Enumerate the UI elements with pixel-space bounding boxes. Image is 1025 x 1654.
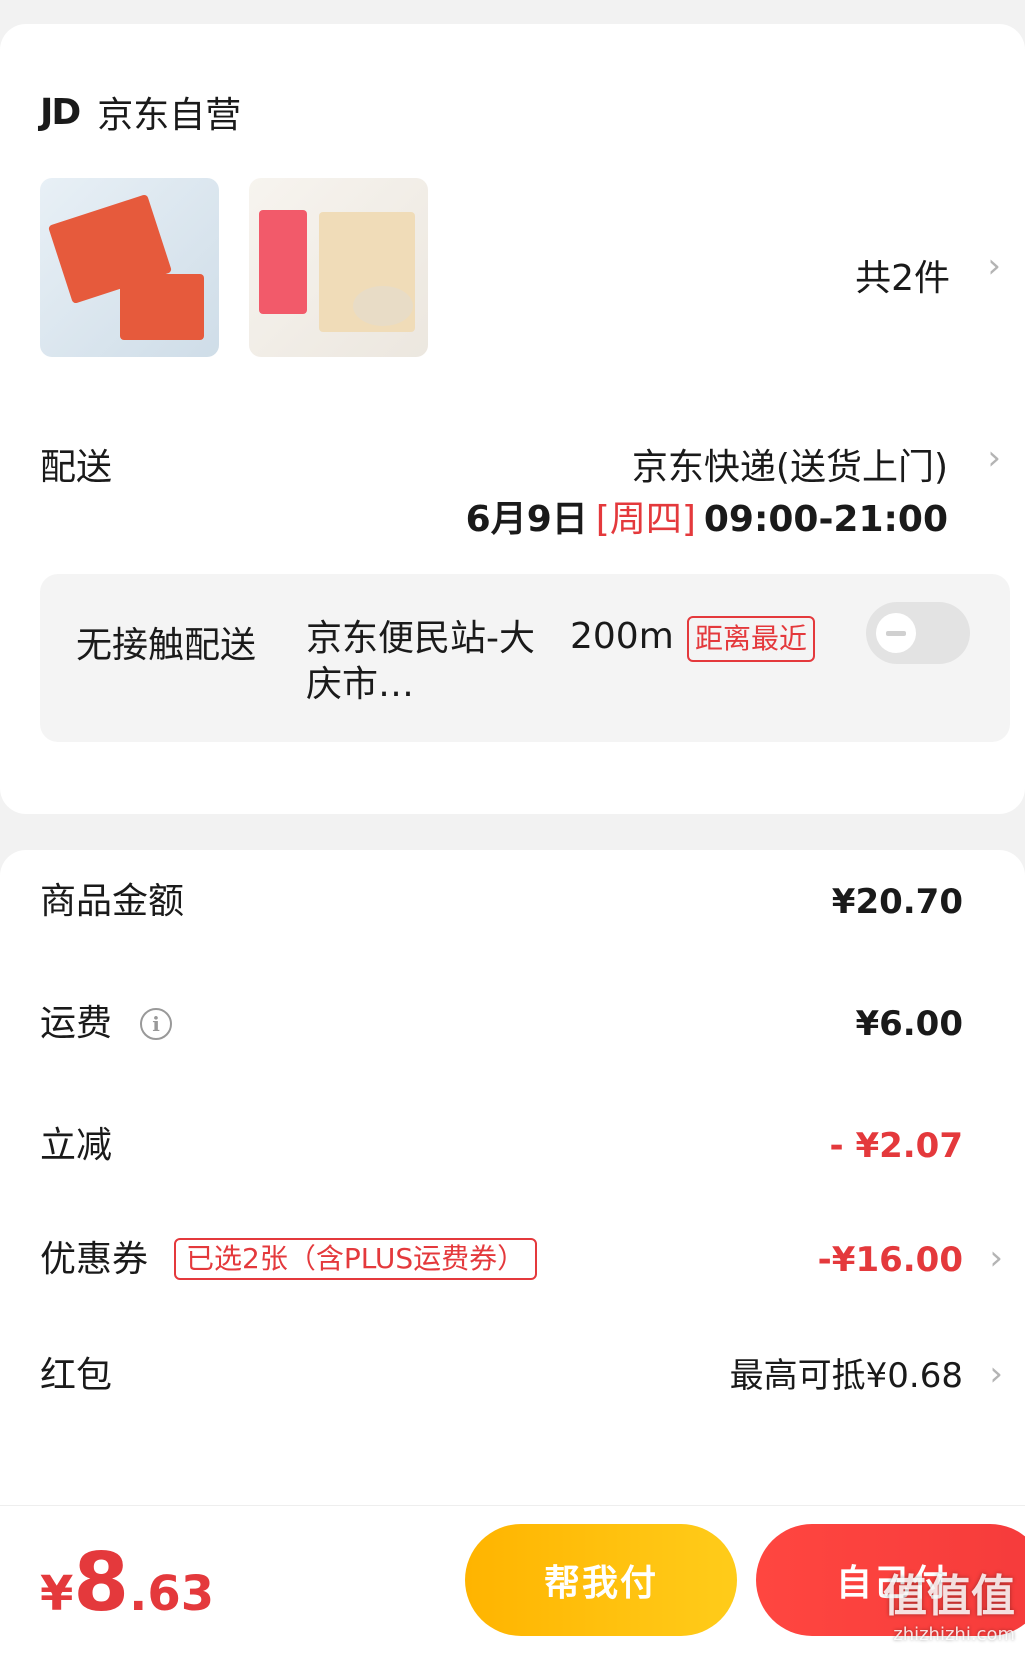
freight-label: 运费 <box>40 1003 113 1044</box>
coupon-row[interactable]: 优惠券 已选2张（含PLUS运费券） -¥16.00 › <box>0 1230 1025 1290</box>
toggle-knob <box>876 613 916 653</box>
discount-value: - ¥2.07 <box>829 1126 964 1166</box>
info-icon[interactable]: i <box>140 1008 172 1040</box>
total-currency: ¥ <box>40 1566 74 1622</box>
redpacket-value: 最高可抵¥0.68 <box>729 1356 963 1396</box>
delivery-window: 09:00-21:00 <box>703 499 948 540</box>
checkout-bar: ¥8.63 帮我付 自己付 <box>0 1505 1025 1654</box>
fees-card: 商品金额 ¥20.70 运费 i ¥6.00 立减 - ¥2.07 优惠券 已选… <box>0 850 1025 1550</box>
delivery-weekday: [周四] <box>595 499 696 540</box>
redpacket-label: 红包 <box>40 1355 113 1396</box>
item-count[interactable]: 共2件 <box>855 249 950 301</box>
station-distance: 200m <box>570 616 674 657</box>
freight-row: 运费 i ¥6.00 <box>0 994 1025 1054</box>
discount-row: 立减 - ¥2.07 <box>0 1116 1025 1176</box>
product-thumb-oat-flakes[interactable] <box>249 178 428 357</box>
discount-label: 立减 <box>40 1125 113 1166</box>
shipping-chevron-icon[interactable]: › <box>987 438 1001 478</box>
nearest-badge: 距离最近 <box>687 616 816 662</box>
no-contact-toggle[interactable] <box>866 602 970 664</box>
goods-amount-value: ¥20.70 <box>831 882 963 922</box>
product-thumb-cotton-swabs[interactable] <box>40 178 219 357</box>
coupon-label: 优惠券 <box>40 1239 149 1280</box>
store-card: JD 京东自营 共2件 › 配送 京东快递(送货上门) › 6月9日 [周四] 09… <box>0 24 1025 814</box>
watermark-logo: 值值值 <box>883 1571 1015 1622</box>
no-contact-delivery-panel: 无接触配送 京东便民站-大庆市… 200m 距离最近 <box>40 574 1010 742</box>
freight-value: ¥6.00 <box>855 1004 963 1044</box>
redpacket-row[interactable]: 红包 最高可抵¥0.68 › <box>0 1346 1025 1406</box>
redpacket-chevron-icon[interactable]: › <box>989 1354 1003 1394</box>
store-name: 京东自营 <box>97 95 242 136</box>
total-decimal: .63 <box>129 1566 215 1622</box>
delivery-time: 6月9日 [周四] 09:00-21:00 <box>466 490 948 542</box>
shipping-method[interactable]: 京东快递(送货上门) <box>632 438 948 490</box>
product-thumbnails[interactable] <box>40 178 428 357</box>
help-pay-button[interactable]: 帮我付 <box>465 1524 737 1636</box>
pickup-station-name[interactable]: 京东便民站-大庆市… <box>306 616 546 708</box>
no-contact-title: 无接触配送 <box>76 625 257 666</box>
store-header[interactable]: JD 京东自营 <box>40 86 241 138</box>
delivery-date: 6月9日 <box>465 499 588 540</box>
coupon-selected-tag: 已选2张（含PLUS运费券） <box>174 1238 538 1280</box>
goods-amount-label: 商品金额 <box>40 881 185 922</box>
total-integer: 8 <box>73 1536 130 1629</box>
coupon-value: -¥16.00 <box>817 1240 963 1280</box>
items-chevron-icon[interactable]: › <box>987 246 1001 286</box>
shipping-label: 配送 <box>40 447 113 488</box>
total-price: ¥8.63 <box>40 1536 214 1629</box>
coupon-chevron-icon[interactable]: › <box>989 1238 1003 1278</box>
watermark-url: zhizhizhi.com <box>893 1624 1015 1645</box>
jd-logo: JD <box>40 91 81 133</box>
goods-amount-row: 商品金额 ¥20.70 <box>0 872 1025 932</box>
